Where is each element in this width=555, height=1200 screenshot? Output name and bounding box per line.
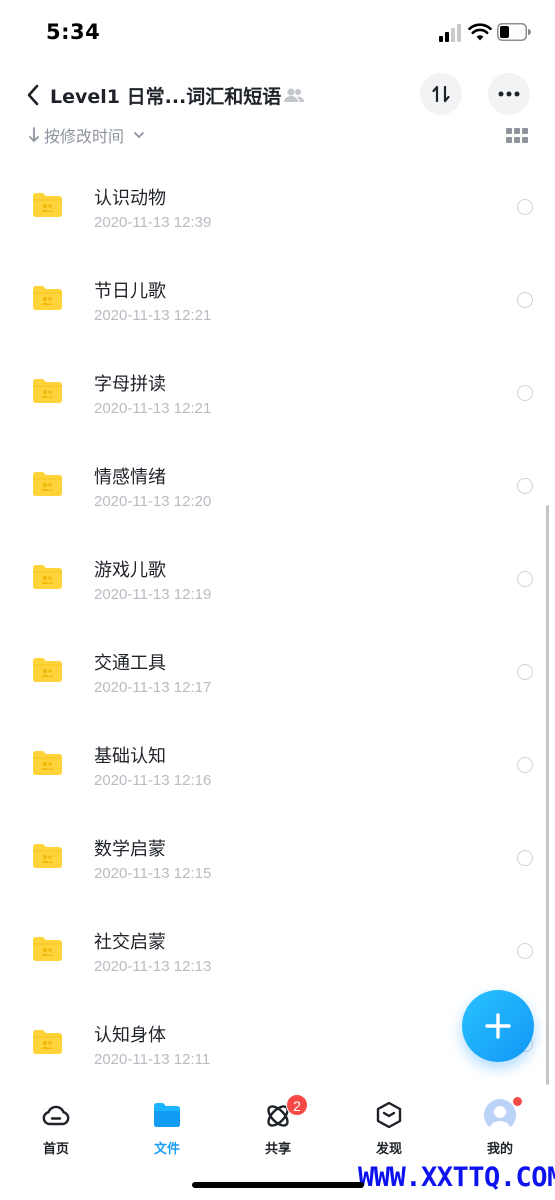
chevron-down-icon [134,132,144,138]
list-item[interactable]: 游戏儿歌 2020-11-13 12:19 [0,524,555,617]
file-name: 认知身体 [94,1025,166,1046]
sort-label: 按修改时间 [44,127,125,146]
file-name: 字母拼读 [94,374,166,395]
file-name: 交通工具 [94,653,166,674]
more-button[interactable] [488,73,530,115]
shared-folder-icon [33,937,62,961]
file-name: 基础认知 [94,746,166,767]
select-radio[interactable] [517,757,533,773]
file-time: 2020-11-13 12:13 [94,958,212,975]
select-radio[interactable] [517,478,533,494]
chevron-left-icon [27,84,39,106]
list-item[interactable]: 社交启蒙 2020-11-13 12:13 [0,896,555,989]
bottom-tab-bar: 首页 文件 2 共享 发现 我的 [0,1090,555,1170]
shared-folder-icon [33,1030,62,1054]
list-item[interactable]: 节日儿歌 2020-11-13 12:21 [0,245,555,338]
file-time: 2020-11-13 12:20 [94,493,212,510]
add-button[interactable] [462,990,534,1062]
list-item[interactable]: 数学启蒙 2020-11-13 12:15 [0,803,555,896]
sort-icon [432,85,450,103]
more-horizontal-icon [498,91,520,97]
shared-folder-icon [33,658,62,682]
notification-dot [512,1096,523,1107]
sort-selector[interactable]: 按修改时间 [28,123,146,147]
list-item[interactable]: 字母拼读 2020-11-13 12:21 [0,338,555,431]
tab-profile[interactable]: 我的 [460,1096,540,1157]
cube-icon [376,1101,402,1129]
wifi-icon [468,23,492,41]
file-time: 2020-11-13 12:17 [94,679,212,696]
scrollbar[interactable] [546,505,549,1085]
grid-view-icon[interactable] [506,128,528,144]
file-list: 认识动物 2020-11-13 12:39 节日儿歌 2020-11-13 12… [0,152,555,1082]
shared-folder-icon [33,193,62,217]
list-item[interactable]: 交通工具 2020-11-13 12:17 [0,617,555,710]
shared-folder-icon [33,379,62,403]
file-time: 2020-11-13 12:11 [94,1051,211,1068]
file-name: 认识动物 [94,188,166,209]
file-time: 2020-11-13 12:39 [94,214,212,231]
file-name: 数学启蒙 [94,839,166,860]
page-title: Level1 日常...词汇和短语 [50,86,282,108]
file-time: 2020-11-13 12:15 [94,865,212,882]
share-badge: 2 [286,1094,308,1116]
list-item[interactable]: 情感情绪 2020-11-13 12:20 [0,431,555,524]
tab-files[interactable]: 文件 [127,1096,207,1157]
select-radio[interactable] [517,943,533,959]
home-indicator[interactable] [192,1182,364,1188]
file-name: 游戏儿歌 [94,560,166,581]
select-radio[interactable] [517,850,533,866]
file-name: 节日儿歌 [94,281,166,302]
tab-label: 我的 [486,1142,513,1157]
file-time: 2020-11-13 12:21 [94,307,212,324]
sort-bar: 按修改时间 [0,120,555,152]
shared-folder-icon [33,286,62,310]
shared-folder-icon [33,472,62,496]
shared-folder-icon [33,565,62,589]
select-radio[interactable] [517,292,533,308]
arrow-down-icon [29,127,39,142]
file-name: 社交启蒙 [94,932,166,953]
file-time: 2020-11-13 12:21 [94,400,212,417]
select-radio[interactable] [517,571,533,587]
tab-share[interactable]: 2 共享 [238,1094,318,1157]
status-bar: 5:34 [0,0,555,64]
file-time: 2020-11-13 12:16 [94,772,212,789]
shared-folder-icon [33,751,62,775]
tab-label: 发现 [375,1142,402,1157]
battery-icon [497,23,531,41]
list-item[interactable]: 基础认知 2020-11-13 12:16 [0,710,555,803]
header: Level1 日常...词汇和短语 [0,70,555,122]
shared-folder-icon [33,844,62,868]
select-radio[interactable] [517,385,533,401]
group-icon [284,88,305,102]
tab-home[interactable]: 首页 [16,1096,96,1157]
back-button[interactable] [20,80,46,110]
tab-label: 共享 [264,1142,291,1157]
status-time: 5:34 [46,20,101,44]
tab-label: 文件 [153,1142,180,1157]
select-radio[interactable] [517,199,533,215]
avatar-icon [484,1099,516,1131]
tab-label: 首页 [42,1142,69,1157]
file-time: 2020-11-13 12:19 [94,586,212,603]
tab-discover[interactable]: 发现 [349,1096,429,1157]
plus-icon [485,1013,511,1039]
sort-button[interactable] [420,73,462,115]
cloud-icon [42,1105,70,1126]
folder-icon [154,1103,180,1127]
cellular-signal-icon [439,24,461,42]
watermark: WWW.XXTTQ.COM [358,1162,555,1193]
file-name: 情感情绪 [94,467,166,488]
list-item[interactable]: 认识动物 2020-11-13 12:39 [0,152,555,245]
select-radio[interactable] [517,664,533,680]
